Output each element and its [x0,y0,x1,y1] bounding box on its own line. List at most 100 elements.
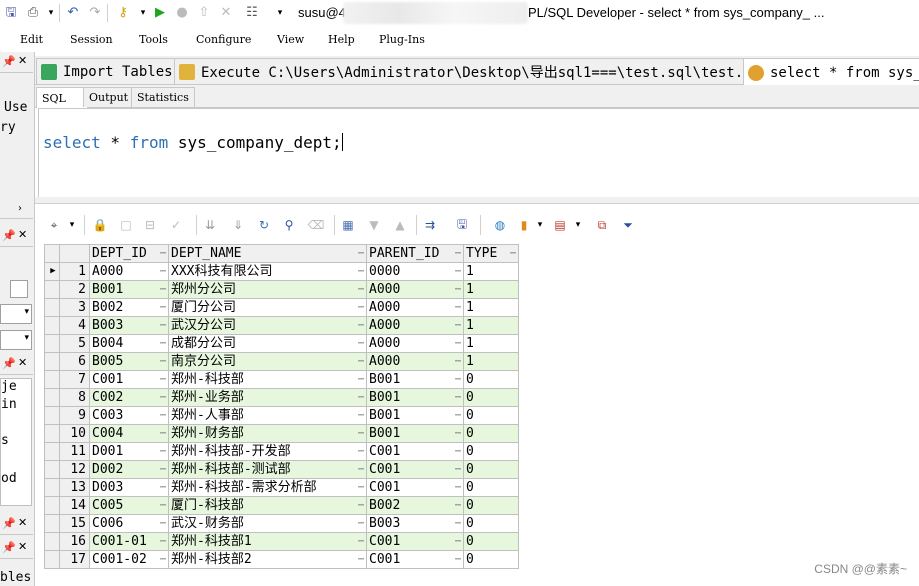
cell-dept-id[interactable]: C006 ⋯ [89,514,169,533]
result-grid[interactable]: DEPT_ID ⋯ DEPT_NAME ⋯ PARENT_ID ⋯ TYPE ⋯ ▶ 1 A… [44,244,520,569]
ellipsis-icon[interactable]: ⋯ [160,390,166,406]
tab-output[interactable]: Output [83,87,135,107]
print-icon[interactable]: ⎙ [25,5,41,21]
refresh-icon[interactable]: ↻ [256,217,272,233]
cell-dept-name[interactable]: 成都分公司 ⋯ [168,334,367,353]
pin-icon[interactable]: 📌 [2,517,16,530]
pin-icon[interactable]: 📌 [2,229,16,242]
cell-dept-id[interactable]: D001 ⋯ [89,442,169,461]
ellipsis-icon[interactable]: ⋯ [358,282,364,298]
column-header-dept-id[interactable]: DEPT_ID ⋯ [89,244,169,263]
cell-dept-id[interactable]: B001 ⋯ [89,280,169,299]
menu-plugins[interactable]: Plug-Ins [379,33,425,46]
current-row-indicator-icon[interactable]: ▶ [44,262,60,281]
row-number[interactable]: 12 [59,460,90,479]
cell-type[interactable]: 0 [463,388,519,407]
cell-dept-name[interactable]: XXX科技有限公司 ⋯ [168,262,367,281]
menu-session[interactable]: Session [70,33,113,46]
cell-parent-id[interactable]: B001 ⋯ [366,370,464,389]
ellipsis-icon[interactable]: ⋯ [160,264,166,280]
cell-dept-name[interactable]: 厦门-科技部 ⋯ [168,496,367,515]
cell-dept-name[interactable]: 郑州-人事部 ⋯ [168,406,367,425]
close-icon[interactable]: ✕ [18,540,27,553]
table-row[interactable]: 3 B002 ⋯ 厦门分公司 ⋯ A000 ⋯ 1 [44,298,519,317]
cell-dept-id[interactable]: B005 ⋯ [89,352,169,371]
post-changes-icon[interactable]: ✓ [168,217,184,233]
ellipsis-icon[interactable]: ⋯ [455,318,461,334]
ellipsis-icon[interactable]: ⋯ [455,300,461,316]
close-icon[interactable]: ✕ [18,516,27,529]
ellipsis-icon[interactable]: ⋯ [358,480,364,496]
cell-dept-name[interactable]: 郑州-科技部1 ⋯ [168,532,367,551]
table-row[interactable]: 16 C001-01 ⋯ 郑州-科技部1 ⋯ C001 ⋯ 0 [44,532,519,551]
ellipsis-icon[interactable]: ⋯ [455,444,461,460]
ellipsis-icon[interactable]: ⋯ [160,372,166,388]
column-header-dept-name[interactable]: DEPT_NAME ⋯ [168,244,367,263]
query-by-example-icon[interactable]: ▦ [340,217,356,233]
ellipsis-icon[interactable]: ⋯ [160,480,166,496]
table-row[interactable]: 8 C002 ⋯ 郑州-业务部 ⋯ B001 ⋯ 0 [44,388,519,407]
cell-dept-id[interactable]: B003 ⋯ [89,316,169,335]
table-row[interactable]: 4 B003 ⋯ 武汉分公司 ⋯ A000 ⋯ 1 [44,316,519,335]
cell-dept-id[interactable]: C005 ⋯ [89,496,169,515]
ellipsis-icon[interactable]: ⋯ [455,498,461,514]
row-indicator[interactable] [44,280,60,299]
panel-list[interactable]: je in s od [0,378,32,506]
cell-parent-id[interactable]: B001 ⋯ [366,388,464,407]
copy-grid-icon[interactable]: ⧉ [594,217,610,233]
ellipsis-icon[interactable]: ⋯ [455,408,461,424]
close-icon[interactable]: ✕ [18,54,27,67]
ellipsis-icon[interactable]: ⋯ [160,354,166,370]
ellipsis-icon[interactable]: ⋯ [358,390,364,406]
cell-parent-id[interactable]: C001 ⋯ [366,460,464,479]
tab-statistics[interactable]: Statistics [131,87,195,107]
ellipsis-icon[interactable]: ⋯ [160,516,166,532]
table-row[interactable]: 7 C001 ⋯ 郑州-科技部 ⋯ B001 ⋯ 0 [44,370,519,389]
table-row[interactable]: 12 D002 ⋯ 郑州-科技部-测试部 ⋯ C001 ⋯ 0 [44,460,519,479]
cell-type[interactable]: 0 [463,532,519,551]
cell-type[interactable]: 1 [463,298,519,317]
ellipsis-icon[interactable]: ⋯ [358,426,364,442]
last-page-icon[interactable]: ⇓ [230,217,246,233]
menu-configure[interactable]: Configure [196,33,251,46]
ellipsis-icon[interactable]: ⋯ [160,462,166,478]
pin-icon[interactable]: 📌 [2,357,16,370]
cell-parent-id[interactable]: B001 ⋯ [366,424,464,443]
cell-parent-id[interactable]: C001 ⋯ [366,478,464,497]
cell-type[interactable]: 0 [463,496,519,515]
sort-desc-icon[interactable]: ▼ [366,217,382,233]
ellipsis-icon[interactable]: ⋯ [455,462,461,478]
cell-dept-id[interactable]: C001-02 ⋯ [89,550,169,569]
ellipsis-icon[interactable]: ⋯ [455,480,461,496]
ellipsis-icon[interactable]: ⋯ [160,444,166,460]
cell-type[interactable]: 1 [463,352,519,371]
ellipsis-icon[interactable]: ⋯ [160,408,166,424]
ellipsis-icon[interactable]: ⋯ [358,516,364,532]
rollback-icon[interactable]: ✕ [218,5,234,21]
column-header-type[interactable]: TYPE ⋯ [463,244,519,263]
column-header-parent-id[interactable]: PARENT_ID ⋯ [366,244,464,263]
close-icon[interactable]: ✕ [18,356,27,369]
clear-icon[interactable]: ⌫ [308,217,325,233]
row-number[interactable]: 5 [59,334,90,353]
row-indicator[interactable] [44,478,60,497]
chevron-down-icon[interactable]: ▾ [570,217,586,233]
menu-tools[interactable]: Tools [139,33,168,46]
cell-dept-name[interactable]: 郑州-科技部-开发部 ⋯ [168,442,367,461]
cell-parent-id[interactable]: B002 ⋯ [366,496,464,515]
cell-type[interactable]: 0 [463,442,519,461]
cell-dept-name[interactable]: 南京分公司 ⋯ [168,352,367,371]
sort-asc-icon[interactable]: ▲ [392,217,408,233]
filter-icon[interactable]: ⏷ [620,217,636,233]
ellipsis-icon[interactable]: ⋯ [455,552,461,568]
more-tools-icon[interactable]: ▾ [272,5,288,21]
row-number[interactable]: 11 [59,442,90,461]
ellipsis-icon[interactable]: ⋯ [455,282,461,298]
key-icon[interactable]: ⚷ [115,5,131,21]
table-row[interactable]: 14 C005 ⋯ 厦门-科技部 ⋯ B002 ⋯ 0 [44,496,519,515]
single-record-view-icon[interactable]: ⇉ [422,217,438,233]
row-indicator[interactable] [44,424,60,443]
export-grid-icon[interactable]: ▤ [552,217,568,233]
row-indicator[interactable] [44,370,60,389]
cell-dept-name[interactable]: 武汉分公司 ⋯ [168,316,367,335]
